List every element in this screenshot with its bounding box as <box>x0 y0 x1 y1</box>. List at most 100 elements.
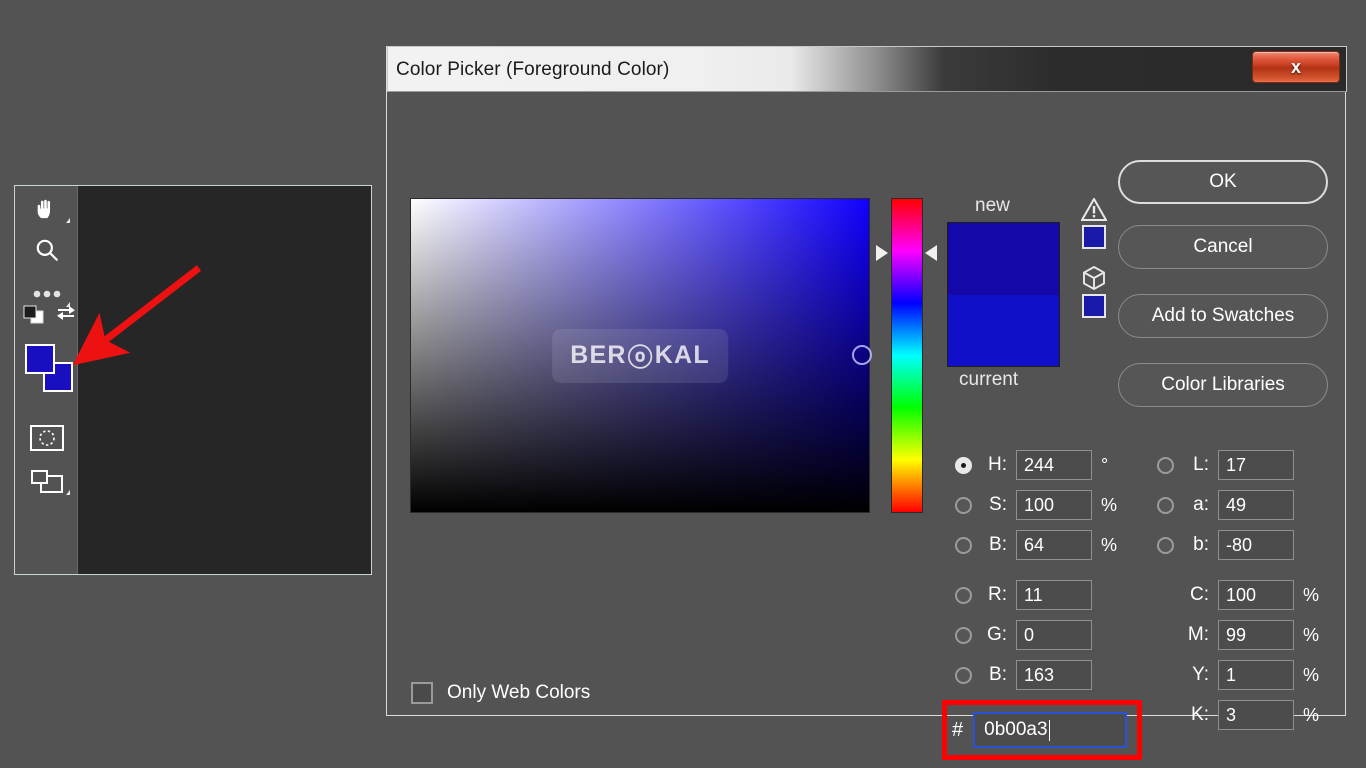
hue-marker-right-icon[interactable] <box>925 245 937 261</box>
hex-row: # 0b00a3 <box>952 712 1128 748</box>
color-picker-dialog: Color Picker (Foreground Color) x BER ⓞ … <box>386 46 1347 760</box>
current-color-swatch[interactable] <box>948 294 1059 366</box>
unit-s: % <box>1101 494 1118 515</box>
warning-triangle-icon[interactable] <box>1077 198 1111 222</box>
label-b-blue: B: <box>989 664 1007 685</box>
label-h: H: <box>988 454 1007 475</box>
text-caret-icon <box>1048 719 1050 741</box>
dialog-title: Color Picker (Foreground Color) <box>396 59 670 80</box>
watermark-suffix: KAL <box>654 341 710 369</box>
warning-icons <box>1077 198 1111 318</box>
radio-s[interactable] <box>955 496 972 514</box>
hsb-group: H: 244 ° S: 100 % B: 64 % <box>955 450 1123 560</box>
close-button[interactable]: x <box>1252 51 1340 83</box>
radio-g[interactable] <box>955 626 972 644</box>
radio-b-lab[interactable] <box>1157 536 1174 554</box>
swap-colors-icon[interactable] <box>55 303 75 323</box>
field-row-r: R: 11 <box>955 580 1123 610</box>
input-y[interactable]: 1 <box>1218 660 1294 690</box>
screen: Color Picker (Foreground Color) x BER ⓞ … <box>0 0 1366 768</box>
preview-box <box>947 222 1060 367</box>
label-m: M: <box>1187 624 1209 645</box>
cmyk-group: C: 100 % M: 99 % Y: 1 % K: 3 % <box>1157 580 1325 730</box>
new-color-swatch[interactable] <box>948 223 1059 295</box>
input-b-blue[interactable]: 163 <box>1016 660 1092 690</box>
input-l[interactable]: 17 <box>1218 450 1294 480</box>
foreground-color-swatch[interactable] <box>25 344 55 374</box>
cube-icon[interactable] <box>1077 265 1111 291</box>
label-s: S: <box>989 494 1007 515</box>
unit-k: % <box>1303 704 1320 725</box>
input-s[interactable]: 100 <box>1016 490 1092 520</box>
field-row-m: M: 99 % <box>1157 620 1325 650</box>
label-g: G: <box>986 624 1007 645</box>
radio-l[interactable] <box>1157 456 1174 474</box>
hue-slider[interactable] <box>891 198 923 513</box>
field-row-s: S: 100 % <box>955 490 1123 520</box>
radio-b-blue[interactable] <box>955 666 972 684</box>
field-row-y: Y: 1 % <box>1157 660 1325 690</box>
only-web-colors-label: Only Web Colors <box>447 682 591 703</box>
radio-h[interactable] <box>955 456 972 474</box>
unit-h: ° <box>1101 454 1109 475</box>
unit-c: % <box>1303 584 1320 605</box>
websafe-alternate-swatch[interactable] <box>1082 294 1106 318</box>
color-libraries-button[interactable]: Color Libraries <box>1118 363 1328 407</box>
input-a[interactable]: 49 <box>1218 490 1294 520</box>
hex-input[interactable]: 0b00a3 <box>973 712 1128 748</box>
quick-mask-tool[interactable] <box>15 418 78 458</box>
watermark-prefix: BER <box>570 341 627 369</box>
only-web-colors-checkbox[interactable] <box>411 682 433 704</box>
lab-group: L: 17 a: 49 b: -80 <box>1157 450 1325 560</box>
field-row-b-blue: B: 163 <box>955 660 1123 690</box>
screen-mode-tool[interactable] <box>15 462 78 502</box>
current-color-label: current <box>959 369 1019 390</box>
radio-r[interactable] <box>955 586 972 604</box>
document-canvas[interactable] <box>78 186 371 574</box>
input-h[interactable]: 244 <box>1016 450 1092 480</box>
field-row-c: C: 100 % <box>1157 580 1325 610</box>
radio-b-brightness[interactable] <box>955 536 972 554</box>
field-row-h: H: 244 ° <box>955 450 1123 480</box>
hex-value: 0b00a3 <box>984 719 1048 740</box>
watermark-glyph-icon: ⓞ <box>627 343 654 372</box>
field-row-k: K: 3 % <box>1157 700 1325 730</box>
input-g[interactable]: 0 <box>1016 620 1092 650</box>
default-colors-icon[interactable] <box>23 305 45 325</box>
label-l: L: <box>1193 454 1209 475</box>
radio-a[interactable] <box>1157 496 1174 514</box>
color-swatch-cluster <box>21 305 77 403</box>
input-b-brightness[interactable]: 64 <box>1016 530 1092 560</box>
field-row-l: L: 17 <box>1157 450 1325 480</box>
field-row-b-brightness: B: 64 % <box>955 530 1123 560</box>
watermark: BER ⓞ KAL <box>552 328 728 383</box>
input-b-lab[interactable]: -80 <box>1218 530 1294 560</box>
hex-symbol: # <box>952 718 964 741</box>
add-to-swatches-button[interactable]: Add to Swatches <box>1118 294 1328 338</box>
input-k[interactable]: 3 <box>1218 700 1294 730</box>
tool-caret-icon <box>66 490 70 495</box>
field-row-b-lab: b: -80 <box>1157 530 1325 560</box>
label-b-lab: b: <box>1193 534 1209 555</box>
cancel-button[interactable]: Cancel <box>1118 225 1328 269</box>
saturation-brightness-field[interactable]: BER ⓞ KAL <box>410 198 870 513</box>
unit-m: % <box>1303 624 1320 645</box>
dialog-titlebar: Color Picker (Foreground Color) x <box>387 46 1347 92</box>
label-c: C: <box>1190 584 1209 605</box>
ok-button[interactable]: OK <box>1118 160 1328 204</box>
zoom-tool[interactable] <box>15 230 78 270</box>
label-r: R: <box>988 584 1007 605</box>
input-m[interactable]: 99 <box>1218 620 1294 650</box>
dialog-body: BER ⓞ KAL Only Web Colors new current H:… <box>387 92 1345 760</box>
label-y: Y: <box>1192 664 1209 685</box>
only-web-colors-row[interactable]: Only Web Colors <box>411 682 590 704</box>
new-color-label: new <box>975 195 1010 216</box>
gamut-alternate-swatch[interactable] <box>1082 225 1106 249</box>
document-window <box>14 185 372 575</box>
input-c[interactable]: 100 <box>1218 580 1294 610</box>
input-r[interactable]: 11 <box>1016 580 1092 610</box>
hue-marker-left-icon[interactable] <box>876 245 888 261</box>
field-row-a: a: 49 <box>1157 490 1325 520</box>
hand-tool[interactable] <box>15 190 78 230</box>
tools-panel <box>15 186 78 574</box>
